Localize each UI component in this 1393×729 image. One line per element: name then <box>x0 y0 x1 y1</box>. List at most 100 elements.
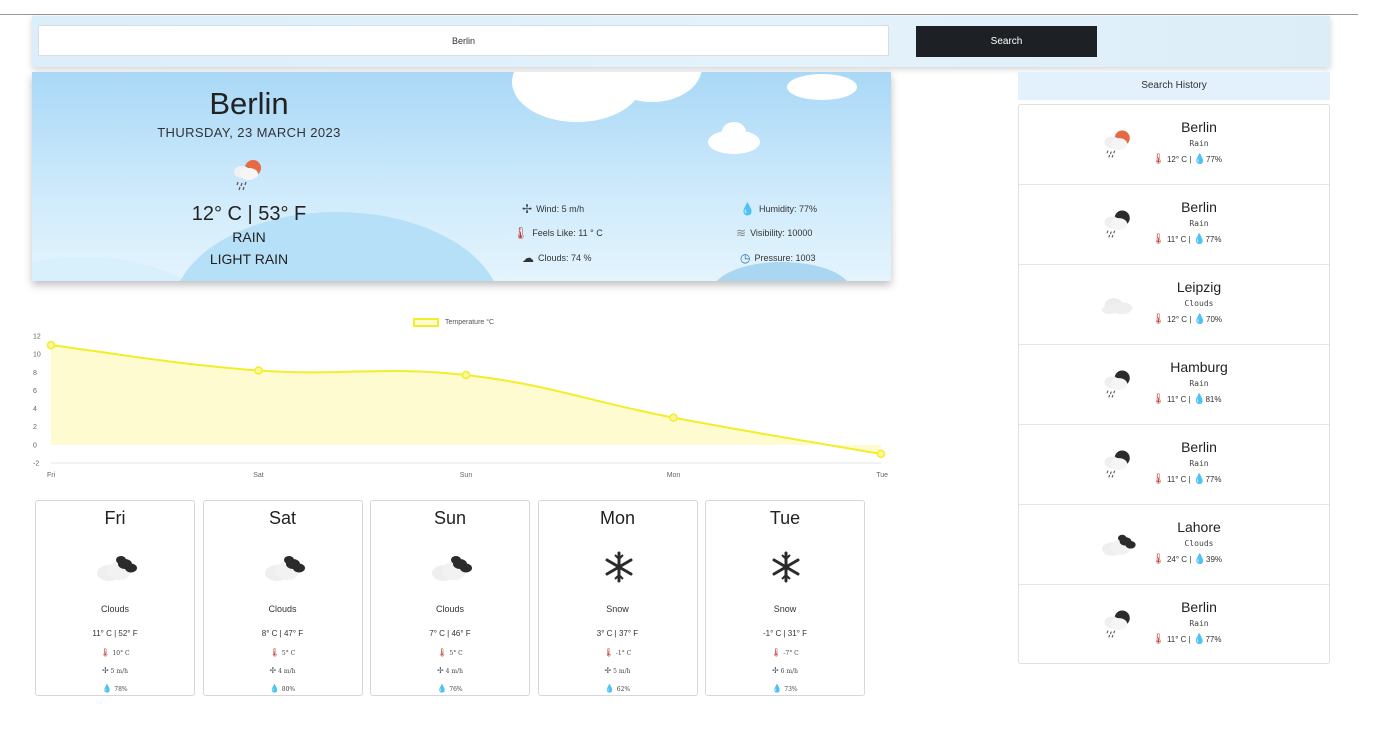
history-temp: 11° C | <box>1166 635 1191 644</box>
search-history-title: Search History <box>1018 72 1330 100</box>
forecast-condition: Clouds <box>268 604 297 614</box>
humidity-text: Humidity: 77% <box>758 204 817 214</box>
history-temp: 12° C | <box>1166 315 1192 324</box>
current-condition: RAIN <box>232 229 266 245</box>
history-icon <box>1097 605 1139 643</box>
history-icon <box>1097 125 1139 163</box>
forecast-wind-value: 5 m/h <box>110 668 128 675</box>
clouds-icon <box>1102 534 1136 556</box>
thermometer-icon: 🌡 <box>603 648 614 657</box>
wind-stat: ✢ Wind: 5 m/h <box>522 203 584 215</box>
forecast-feels-value: 5° C <box>281 650 296 657</box>
forecast-condition: Clouds <box>435 604 464 614</box>
humidity-icon: 💧 <box>437 684 448 693</box>
wind-text: Wind: 5 m/h <box>536 204 585 214</box>
data-point-tue[interactable] <box>876 449 886 459</box>
history-city: Berlin <box>1181 199 1217 215</box>
history-item[interactable]: Leipzig Clouds 🌡 12° C | 💧70% <box>1019 265 1329 345</box>
history-condition: Rain <box>1189 139 1209 148</box>
cloud-icon <box>1102 298 1133 315</box>
history-stats: 🌡 12° C | 💧77% <box>1152 154 1222 165</box>
forecast-card-sun: Sun Clouds 7° C | 46° F 🌡 5° C ✢ 4 m/h 💧 76% <box>370 500 530 696</box>
visibility-text: Visibility: 10000 <box>750 228 813 238</box>
forecast-feels: 🌡 -7° C <box>706 648 864 657</box>
y-tick-label: 2 <box>33 424 37 431</box>
city-search-input[interactable] <box>38 25 889 56</box>
forecast-feels: 🌡 5° C <box>371 648 529 657</box>
data-point-sun[interactable] <box>461 370 471 380</box>
search-button[interactable]: Search <box>916 26 1097 57</box>
forecast-condition: Snow <box>606 604 629 614</box>
cloud-outline-icon: ☁ <box>522 251 534 265</box>
pressure-text: Pressure: 1003 <box>754 253 816 263</box>
legend-swatch <box>413 318 439 327</box>
history-icon <box>1097 525 1139 563</box>
history-humidity: 77% <box>1205 475 1222 484</box>
legend-label: Temperature °C <box>445 319 495 326</box>
rain-moon-icon <box>1104 210 1130 238</box>
y-tick-label: 8 <box>33 370 37 377</box>
thermometer-icon: 🌡 <box>1152 154 1165 165</box>
history-item[interactable]: Berlin Rain 🌡 11° C | 💧77% <box>1019 425 1329 505</box>
humidity-icon: 💧 <box>1193 154 1207 165</box>
clouds-icon <box>264 556 305 581</box>
history-condition: Clouds <box>1184 299 1214 308</box>
wind-icon: ✢ <box>102 666 109 675</box>
forecast-feels-value: -1° C <box>615 650 632 657</box>
history-humidity: 39% <box>1206 555 1223 564</box>
forecast-feels-value: -7° C <box>783 650 799 657</box>
history-temp: 24° C | <box>1166 555 1192 564</box>
forecast-feels-value: 10° C <box>112 650 130 657</box>
y-tick-label: -2 <box>33 461 39 468</box>
data-point-fri[interactable] <box>46 340 56 350</box>
forecast-feels-value: 5° C <box>449 650 463 657</box>
history-condition: Rain <box>1189 459 1209 468</box>
history-stats: 🌡 11° C | 💧81% <box>1152 394 1221 405</box>
forecast-humidity: 💧 76% <box>371 684 529 693</box>
visibility-stat: ≋ Visibility: 10000 <box>736 227 812 239</box>
y-tick-label: 4 <box>33 406 37 413</box>
rain-sun-icon <box>234 160 261 191</box>
visibility-icon: ≋ <box>736 226 747 240</box>
forecast-wind: ✢ 5 m/h <box>36 666 194 675</box>
data-point-mon[interactable] <box>669 413 678 422</box>
forecast-temperature: 3° C | 37° F <box>596 629 639 638</box>
humidity-icon: 💧 <box>1193 554 1207 565</box>
humidity-icon: 💧 <box>1192 474 1206 485</box>
history-city: Berlin <box>1181 119 1217 135</box>
x-tick-label: Mon <box>667 472 681 479</box>
forecast-condition: Snow <box>773 604 797 614</box>
wind-icon: ✢ <box>604 666 612 675</box>
thermometer-icon: 🌡 <box>437 648 448 657</box>
chart-legend[interactable]: Temperature °C <box>413 318 494 327</box>
thermometer-icon: 🌡 <box>269 648 280 657</box>
history-item[interactable]: Hamburg Rain 🌡 11° C | 💧81% <box>1019 345 1329 425</box>
snowflake-icon <box>772 551 800 583</box>
data-point-sat[interactable] <box>254 366 263 375</box>
history-humidity: 70% <box>1206 315 1223 324</box>
forecast-humidity: 💧 62% <box>539 684 697 693</box>
y-tick-label: 10 <box>33 352 41 359</box>
forecast-day: Sun <box>433 508 467 528</box>
history-item[interactable]: Berlin Rain 🌡 11° C | 💧77% <box>1019 585 1329 665</box>
forecast-feels: 🌡 5° C <box>204 648 362 657</box>
wind-icon: ✢ <box>522 202 533 216</box>
forecast-feels: 🌡 10° C <box>36 648 194 657</box>
humidity-icon: 💧 <box>1193 314 1207 325</box>
history-item[interactable]: Lahore Clouds 🌡 24° C | 💧39% <box>1019 505 1329 585</box>
forecast-icon <box>91 547 141 587</box>
history-city: Berlin <box>1181 439 1217 455</box>
forecast-card-tue: Tue Snow -1° C | 31° F 🌡 -7° C ✢ 6 m/h 💧 73% <box>705 500 865 696</box>
history-stats: 🌡 24° C | 💧39% <box>1152 554 1222 565</box>
history-city: Leipzig <box>1176 279 1222 295</box>
forecast-condition: Clouds <box>100 604 129 614</box>
thermometer-icon: 🌡 <box>1152 234 1165 245</box>
history-item[interactable]: Berlin Rain 🌡 11° C | 💧77% <box>1019 185 1329 265</box>
forecast-wind: ✢ 4 m/h <box>371 666 529 675</box>
top-divider <box>0 14 1358 15</box>
search-history-list: Berlin Rain 🌡 12° C | 💧77% Berlin Rain 🌡 11° … <box>1018 104 1330 664</box>
background-hill <box>712 262 852 281</box>
history-item[interactable]: Berlin Rain 🌡 12° C | 💧77% <box>1019 105 1329 185</box>
thermometer-icon: 🌡 <box>513 226 529 240</box>
history-condition: Clouds <box>1184 539 1214 548</box>
